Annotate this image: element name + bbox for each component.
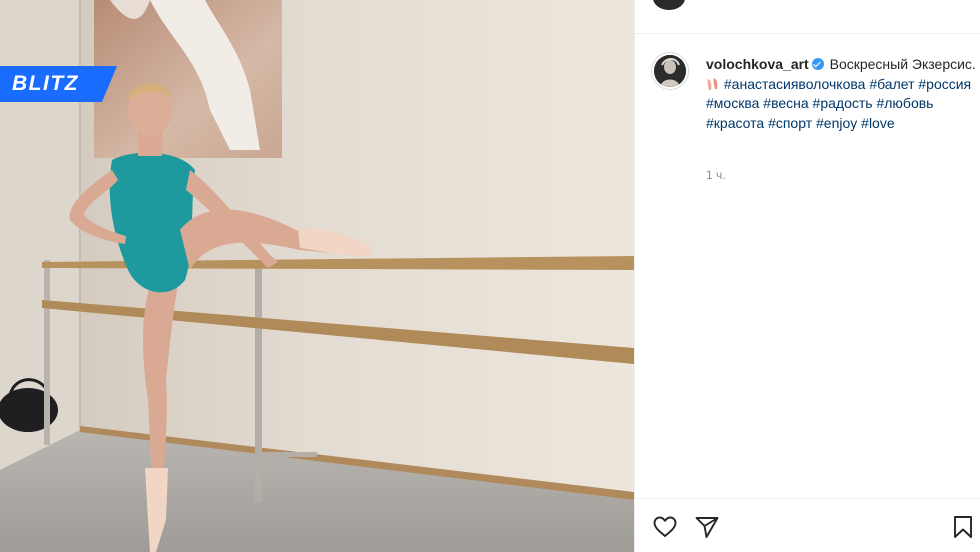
- avatar-photo: [654, 55, 686, 87]
- header-avatar[interactable]: [653, 0, 685, 10]
- hashtag-link[interactable]: #love: [861, 115, 894, 131]
- post-sidebar: volochkova_art Воскресный Экзерсис. #ана…: [634, 0, 980, 552]
- watermark-text: BLITZ: [12, 72, 79, 95]
- paper-plane-icon: [695, 517, 719, 538]
- like-button[interactable]: [651, 513, 679, 541]
- hashtag-link[interactable]: #спорт: [768, 115, 812, 131]
- hashtag-link[interactable]: #весна: [763, 95, 808, 111]
- heart-icon: [653, 516, 677, 537]
- post-header: [635, 0, 980, 34]
- caption-text-block: volochkova_art Воскресный Экзерсис. #ана…: [706, 55, 976, 133]
- save-button[interactable]: [949, 513, 977, 541]
- bookmark-icon: [954, 516, 972, 538]
- username-link[interactable]: volochkova_art: [706, 56, 809, 72]
- post-timestamp[interactable]: 1 ч.: [706, 168, 726, 182]
- hashtag-link[interactable]: #enjoy: [816, 115, 857, 131]
- post-actions-bar: [635, 498, 980, 552]
- hashtag-link[interactable]: #красота: [706, 115, 764, 131]
- avatar-image: [654, 55, 686, 87]
- ballet-shoes-emoji: [707, 77, 718, 90]
- hashtag-link[interactable]: #анастасияволочкова: [724, 76, 866, 92]
- hashtag-link[interactable]: #балет: [869, 76, 914, 92]
- hashtag-link[interactable]: #радость: [813, 95, 873, 111]
- avatar[interactable]: [651, 52, 689, 90]
- hashtag-link[interactable]: #москва: [706, 95, 759, 111]
- share-button[interactable]: [693, 513, 721, 541]
- hashtag-link[interactable]: #любовь: [876, 95, 933, 111]
- hashtag-link[interactable]: #россия: [918, 76, 971, 92]
- verified-badge-icon: [811, 58, 824, 70]
- post-photo[interactable]: BLITZ: [0, 0, 634, 552]
- caption-text: Воскресный Экзерсис.: [829, 56, 976, 72]
- blitz-watermark-logo: BLITZ: [0, 66, 117, 102]
